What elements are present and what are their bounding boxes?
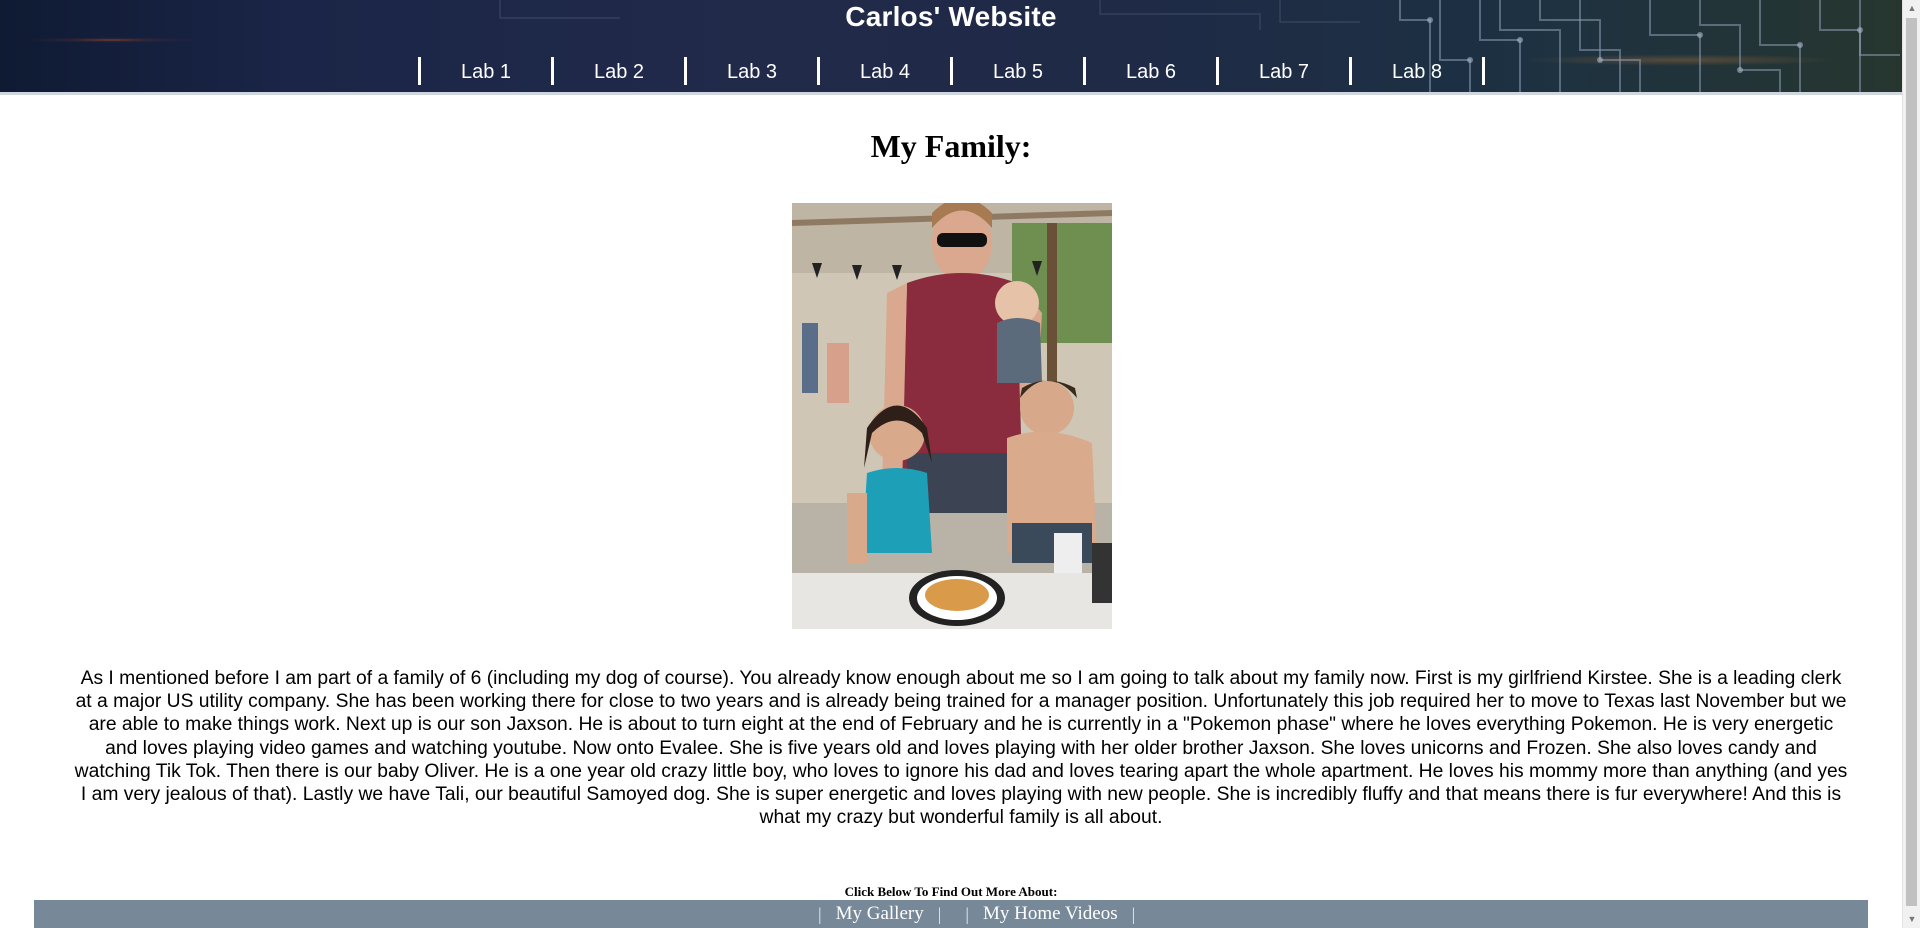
scroll-down-arrow-icon[interactable]: ▼: [1903, 911, 1920, 928]
my-home-videos-link[interactable]: My Home Videos: [977, 903, 1124, 925]
nav-lab-8[interactable]: Lab 8: [1352, 57, 1485, 85]
nav-lab-1[interactable]: Lab 1: [421, 57, 554, 85]
footer-links: | My Gallery | | My Home Videos |: [810, 900, 1143, 928]
scrollbar-thumb[interactable]: [1906, 18, 1917, 906]
main-nav: Lab 1 Lab 2 Lab 3 Lab 4 Lab 5 Lab 6 Lab …: [418, 57, 1485, 85]
my-gallery-link[interactable]: My Gallery: [830, 903, 930, 925]
site-title: Carlos' Website: [845, 1, 1057, 32]
separator: |: [818, 903, 822, 924]
nav-lab-3[interactable]: Lab 3: [687, 57, 820, 85]
nav-lab-7[interactable]: Lab 7: [1219, 57, 1352, 85]
footer-bar: | My Gallery | | My Home Videos |: [34, 900, 1868, 928]
site-header: Carlos' Website Lab 1 Lab 2 Lab 3 Lab 4 …: [0, 0, 1902, 95]
separator: |: [937, 903, 942, 924]
separator: |: [965, 903, 969, 924]
footer-caption: Click Below To Find Out More About:: [844, 884, 1058, 899]
page-heading: My Family:: [870, 128, 1032, 164]
family-photo: [792, 203, 1112, 629]
nav-lab-4[interactable]: Lab 4: [820, 57, 953, 85]
nav-lab-2[interactable]: Lab 2: [554, 57, 687, 85]
nav-lab-5[interactable]: Lab 5: [953, 57, 1086, 85]
scroll-up-arrow-icon[interactable]: ▲: [1903, 0, 1920, 17]
nav-lab-6[interactable]: Lab 6: [1086, 57, 1219, 85]
vertical-scrollbar[interactable]: ▲ ▼: [1902, 0, 1920, 928]
separator: |: [1131, 903, 1136, 924]
family-story: As I mentioned before I am part of a fam…: [74, 668, 1848, 829]
page: Carlos' Website Lab 1 Lab 2 Lab 3 Lab 4 …: [0, 0, 1902, 928]
